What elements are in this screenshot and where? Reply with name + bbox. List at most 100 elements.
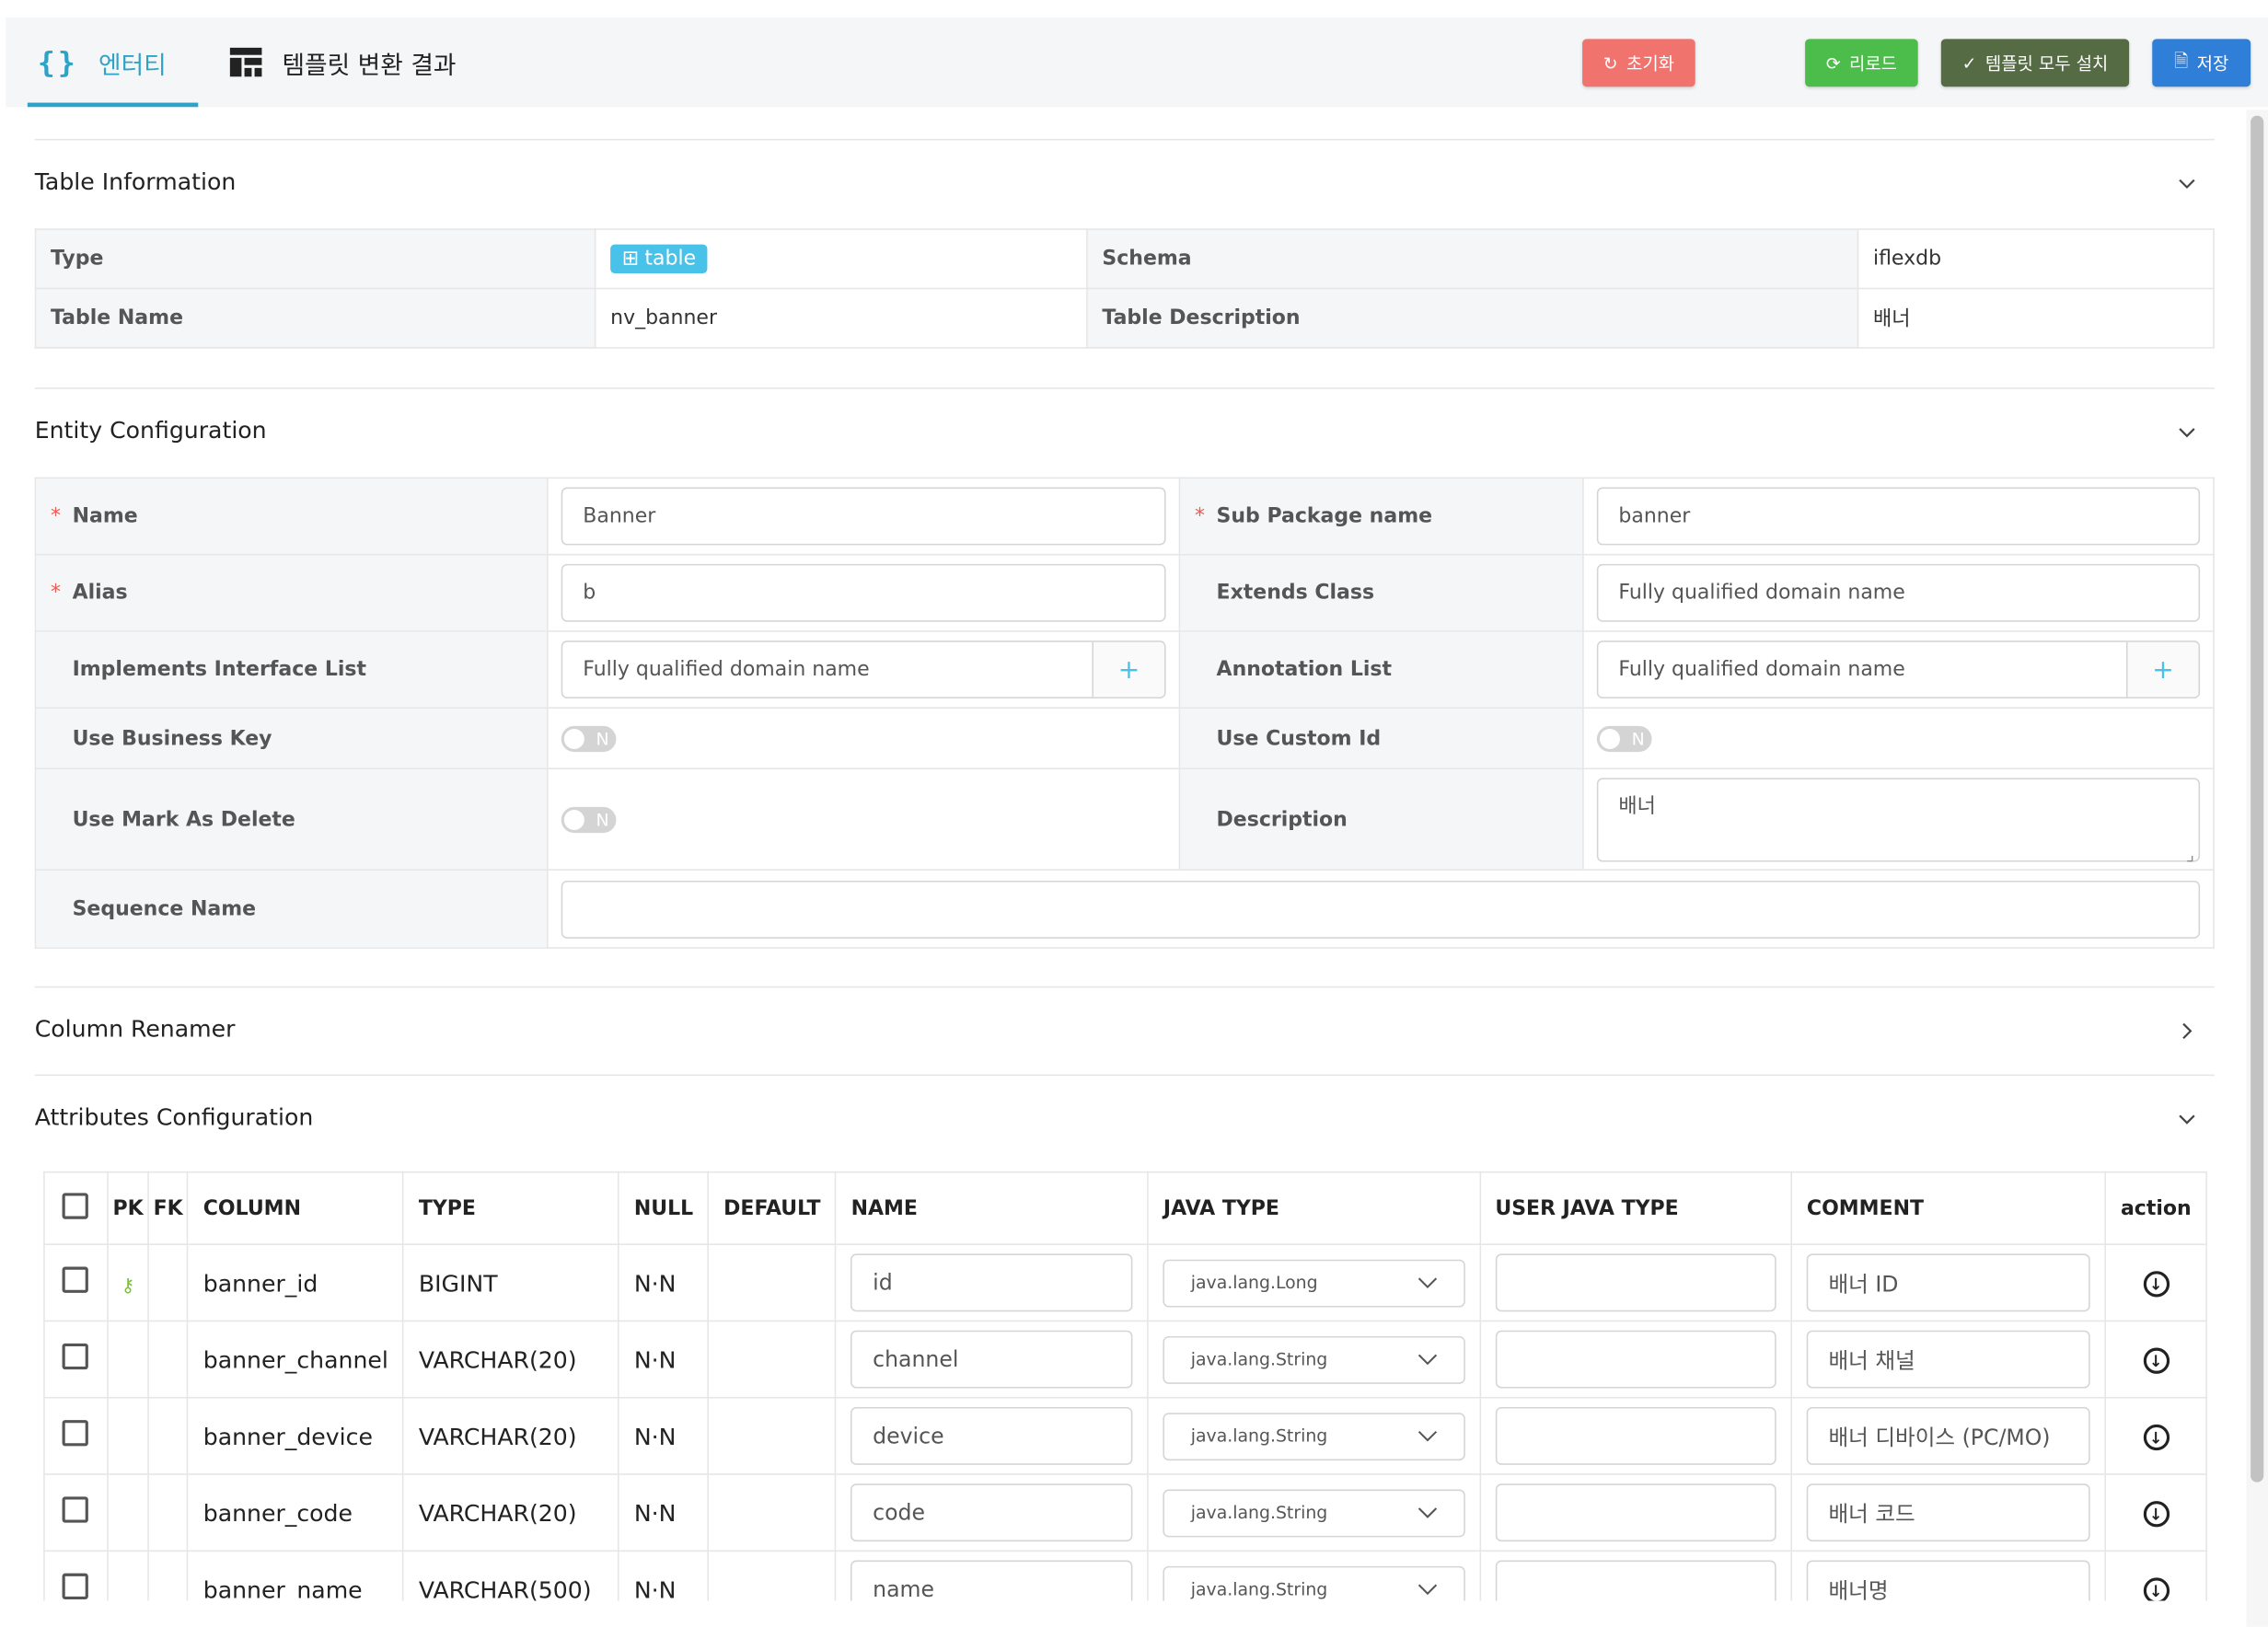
- default-cell: [707, 1473, 837, 1552]
- name-input[interactable]: channel: [850, 1330, 1133, 1389]
- row-checkbox[interactable]: [63, 1343, 89, 1370]
- java-type-select[interactable]: java.lang.Long: [1163, 1258, 1465, 1307]
- default-cell: [707, 1320, 837, 1399]
- select-all-checkbox[interactable]: [63, 1192, 89, 1218]
- java-type-value: java.lang.Long: [1190, 1272, 1318, 1293]
- pk-cell: [107, 1396, 149, 1475]
- fk-cell: [147, 1243, 190, 1322]
- java-type-value: java.lang.String: [1190, 1502, 1328, 1523]
- comment-input[interactable]: 배너 ID: [1806, 1253, 2090, 1312]
- type-cell: VARCHAR(500): [402, 1550, 620, 1601]
- chevron-down-icon: [1418, 1354, 1437, 1366]
- null-cell: N·N: [618, 1320, 710, 1399]
- fk-cell: [147, 1550, 190, 1601]
- comment-input[interactable]: 배너 디바이스 (PC/MO): [1806, 1406, 2090, 1465]
- action-cell: ↓: [2104, 1396, 2207, 1475]
- row-checkbox[interactable]: [63, 1573, 89, 1599]
- null-cell: N·N: [618, 1550, 710, 1601]
- header-name: NAME: [835, 1171, 1150, 1245]
- row-checkbox[interactable]: [63, 1496, 89, 1523]
- pk-cell: [107, 1550, 149, 1601]
- type-cell: BIGINT: [402, 1243, 620, 1322]
- user-java-type-input[interactable]: [1495, 1560, 1776, 1601]
- pk-cell: [107, 1473, 149, 1552]
- row-select-cell: [43, 1320, 109, 1399]
- java-type-select[interactable]: java.lang.String: [1163, 1488, 1465, 1537]
- action-cell: ↓: [2104, 1243, 2207, 1322]
- comment-input[interactable]: 배너명: [1806, 1560, 2090, 1601]
- arrow-down-circle-icon[interactable]: ↓: [2143, 1425, 2170, 1451]
- user-java-type-input[interactable]: [1495, 1483, 1776, 1542]
- chevron-down-icon: [1418, 1584, 1437, 1596]
- pk-cell: ⚷: [107, 1243, 149, 1322]
- header-fk: FK: [147, 1171, 190, 1245]
- column-cell: banner_name: [187, 1550, 405, 1601]
- row-select-cell: [43, 1550, 109, 1601]
- select-all-header: [43, 1171, 109, 1245]
- action-cell: ↓: [2104, 1550, 2207, 1601]
- scrollbar-thumb[interactable]: [2251, 115, 2264, 1483]
- default-cell: [707, 1396, 837, 1475]
- row-select-cell: [43, 1243, 109, 1322]
- java-type-select[interactable]: java.lang.String: [1163, 1335, 1465, 1384]
- column-cell: banner_device: [187, 1396, 405, 1475]
- table-row: banner_name VARCHAR(500) N·N name java.lang.…: [43, 1550, 2207, 1601]
- key-icon: ⚷: [121, 1275, 135, 1297]
- java-type-select[interactable]: java.lang.String: [1163, 1565, 1465, 1601]
- null-cell: N·N: [618, 1243, 710, 1322]
- header-null: NULL: [618, 1171, 710, 1245]
- entity-editor-page: {} 엔터티 템플릿 변환 결과 ↻ 초기화 ⟳ 리로드 ✓ 템플릿 모두 설치: [0, 0, 2268, 1627]
- default-cell: [707, 1243, 837, 1322]
- name-input[interactable]: code: [850, 1483, 1133, 1542]
- name-input[interactable]: device: [850, 1406, 1133, 1465]
- column-cell: banner_id: [187, 1243, 405, 1322]
- header-action: action: [2104, 1171, 2207, 1245]
- header-comment: COMMENT: [1790, 1171, 2107, 1245]
- comment-input[interactable]: 배너 채널: [1806, 1330, 2090, 1389]
- vertical-scrollbar[interactable]: [2246, 110, 2268, 1627]
- type-cell: VARCHAR(20): [402, 1396, 620, 1475]
- row-checkbox[interactable]: [63, 1420, 89, 1447]
- arrow-down-circle-icon[interactable]: ↓: [2143, 1501, 2170, 1528]
- chevron-down-icon: [1418, 1430, 1437, 1442]
- action-cell: ↓: [2104, 1320, 2207, 1399]
- name-input[interactable]: id: [850, 1253, 1133, 1312]
- type-cell: VARCHAR(20): [402, 1320, 620, 1399]
- user-java-type-input[interactable]: [1495, 1253, 1776, 1312]
- arrow-down-circle-icon[interactable]: ↓: [2143, 1271, 2170, 1298]
- attributes-viewport: PK FK COLUMN TYPE NULL DEFAULT NAME JAVA…: [0, 0, 2246, 1601]
- chevron-down-icon: [1418, 1507, 1437, 1518]
- attributes-table: PK FK COLUMN TYPE NULL DEFAULT NAME JAVA…: [43, 1171, 2207, 1601]
- arrow-down-circle-icon[interactable]: ↓: [2143, 1347, 2170, 1375]
- header-pk: PK: [107, 1171, 149, 1245]
- header-column: COLUMN: [187, 1171, 405, 1245]
- header-type: TYPE: [402, 1171, 620, 1245]
- null-cell: N·N: [618, 1473, 710, 1552]
- row-select-cell: [43, 1396, 109, 1475]
- user-java-type-input[interactable]: [1495, 1330, 1776, 1389]
- java-type-select[interactable]: java.lang.String: [1163, 1412, 1465, 1460]
- fk-cell: [147, 1473, 190, 1552]
- java-type-value: java.lang.String: [1190, 1349, 1328, 1370]
- java-type-value: java.lang.String: [1190, 1578, 1328, 1599]
- default-cell: [707, 1550, 837, 1601]
- fk-cell: [147, 1396, 190, 1475]
- header-default: DEFAULT: [707, 1171, 837, 1245]
- arrow-down-circle-icon[interactable]: ↓: [2143, 1577, 2170, 1601]
- pk-cell: [107, 1320, 149, 1399]
- table-row: banner_device VARCHAR(20) N·N device java.la…: [43, 1396, 2207, 1475]
- row-select-cell: [43, 1473, 109, 1552]
- header-user-java-type: USER JAVA TYPE: [1479, 1171, 1793, 1245]
- type-cell: VARCHAR(20): [402, 1473, 620, 1552]
- table-row: ⚷ banner_id BIGINT N·N id java.lang.Long 배너 ID…: [43, 1243, 2207, 1322]
- name-input[interactable]: name: [850, 1560, 1133, 1601]
- comment-input[interactable]: 배너 코드: [1806, 1483, 2090, 1542]
- user-java-type-input[interactable]: [1495, 1406, 1776, 1465]
- row-checkbox[interactable]: [63, 1266, 89, 1293]
- header-java-type: JAVA TYPE: [1147, 1171, 1481, 1245]
- action-cell: ↓: [2104, 1473, 2207, 1552]
- table-row: banner_code VARCHAR(20) N·N code java.lang.S…: [43, 1473, 2207, 1552]
- column-cell: banner_channel: [187, 1320, 405, 1399]
- java-type-value: java.lang.String: [1190, 1425, 1328, 1447]
- chevron-down-icon: [1418, 1277, 1437, 1288]
